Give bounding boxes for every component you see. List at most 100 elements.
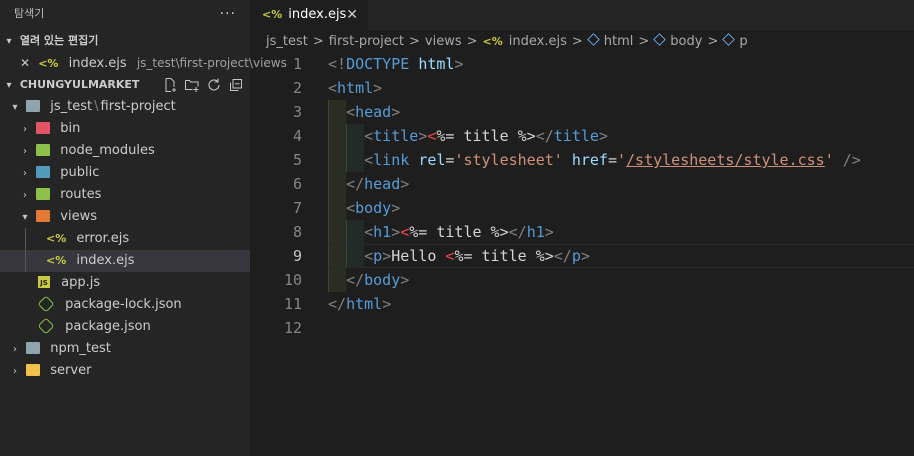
tree-item-label: index.ejs: [76, 253, 135, 268]
tree-folder-views[interactable]: ▾ views: [0, 206, 250, 228]
chevron-right-icon: >: [638, 34, 650, 49]
chevron-right-icon: >: [707, 34, 719, 49]
chevron-down-icon: ▾: [12, 102, 18, 113]
tree-item-label: server: [50, 363, 92, 378]
tree-item-label: package.json: [65, 319, 151, 334]
tree-item-label: routes: [60, 187, 102, 202]
workspace-header[interactable]: ▾ CHUNGYULMARKET: [0, 74, 250, 96]
explorer-sidebar: 탐색기 ··· ▾ 열려 있는 편집기 ✕ <% index.ejs js_te…: [0, 0, 287, 456]
line-number: 12: [283, 319, 302, 337]
new-folder-icon[interactable]: [184, 77, 200, 93]
code-line[interactable]: 9 <p>Hello <%= title %></p>: [250, 244, 914, 268]
tree-item-label: bin: [60, 121, 81, 136]
code-text: <body>: [346, 199, 401, 217]
code-text: <title><%= title %></title>: [364, 127, 608, 145]
tree-file-app-js[interactable]: JS app.js: [0, 272, 250, 294]
line-number: 5: [292, 151, 302, 169]
folder-public-icon: [36, 165, 51, 178]
explorer-title-bar: 탐색기 ···: [0, 0, 250, 30]
symbol-element-icon: [653, 33, 667, 46]
folder-node-icon: [36, 143, 51, 156]
line-number: 4: [292, 127, 302, 145]
breadcrumb-item[interactable]: html: [604, 34, 634, 49]
code-text: <!DOCTYPE html>: [328, 55, 464, 73]
ejs-icon: <%: [482, 35, 503, 48]
tab-label: index.ejs: [288, 7, 347, 22]
ejs-icon: <%: [38, 57, 59, 70]
breadcrumb-item[interactable]: p: [739, 34, 747, 49]
chevron-right-icon: >: [408, 34, 420, 49]
chevron-down-icon: ▾: [6, 80, 12, 91]
code-text: </body>: [346, 271, 410, 289]
tree-item-label: views: [60, 209, 97, 224]
folder-icon: [26, 341, 41, 354]
folder-open-icon: [26, 99, 41, 112]
tree-indent-guide: [25, 228, 26, 250]
chevron-right-icon: ›: [23, 146, 27, 157]
code-line[interactable]: 12: [250, 316, 914, 340]
breadcrumb: js_test > first-project > views > <% index.ejs >…: [250, 30, 914, 52]
breadcrumb-item[interactable]: index.ejs: [509, 34, 567, 49]
close-icon[interactable]: ✕: [346, 0, 358, 30]
code-text: <html>: [328, 79, 383, 97]
tree-item-label: first-project: [100, 99, 176, 114]
tree-folder-node-modules[interactable]: › node_modules: [0, 140, 250, 162]
chevron-down-icon: ▾: [6, 36, 12, 47]
code-line[interactable]: 3 <head>: [250, 100, 914, 124]
code-editor[interactable]: 1 <!DOCTYPE html> 2 <html> 3 <head> 4 <title>…: [250, 52, 914, 456]
tree-file-package-lock-json[interactable]: package-lock.json: [0, 294, 250, 316]
open-editors-header[interactable]: ▾ 열려 있는 편집기: [0, 30, 250, 52]
open-editor-item[interactable]: ✕ <% index.ejs js_test\first-project\vie…: [0, 52, 287, 74]
ejs-icon: <%: [262, 8, 283, 21]
tree-folder-npm-test[interactable]: › npm_test: [0, 338, 250, 360]
ejs-icon: <%: [46, 232, 67, 245]
tree-item-label: package-lock.json: [65, 297, 182, 312]
code-text: <head>: [346, 103, 401, 121]
editor-tab-bar: <% index.ejs ✕: [250, 0, 914, 30]
line-number: 10: [283, 271, 302, 289]
code-line[interactable]: 11 </html>: [250, 292, 914, 316]
tree-item-label: npm_test: [50, 341, 111, 356]
js-file-icon: JS: [38, 275, 50, 288]
code-line[interactable]: 6 </head>: [250, 172, 914, 196]
tab-index-ejs[interactable]: <% index.ejs ✕: [250, 0, 368, 30]
close-icon[interactable]: ✕: [20, 56, 30, 70]
tree-folder-bin[interactable]: › bin: [0, 118, 250, 140]
tree-file-package-json[interactable]: package.json: [0, 316, 250, 338]
explorer-title: 탐색기: [14, 7, 45, 20]
symbol-element-icon: [587, 33, 600, 46]
code-line[interactable]: 2 <html>: [250, 76, 914, 100]
node-json-icon: [37, 295, 55, 312]
open-editor-filename: index.ejs: [68, 56, 127, 71]
open-editors-label: 열려 있는 편집기: [19, 34, 99, 47]
breadcrumb-item[interactable]: js_test: [266, 34, 308, 49]
code-line[interactable]: 7 <body>: [250, 196, 914, 220]
tree-file-index-ejs[interactable]: <% index.ejs: [0, 250, 250, 272]
tree-folder-routes[interactable]: › routes: [0, 184, 250, 206]
more-actions-icon[interactable]: ···: [220, 0, 236, 28]
tree-folder-js-test[interactable]: ▾ js_test \ first-project: [0, 96, 250, 118]
line-number: 3: [292, 103, 302, 121]
tree-folder-server[interactable]: › server: [0, 360, 250, 382]
line-number: 1: [292, 55, 302, 73]
chevron-right-icon: ›: [23, 190, 27, 201]
line-number: 11: [283, 295, 302, 313]
code-line[interactable]: 1 <!DOCTYPE html>: [250, 52, 914, 76]
tree-folder-public[interactable]: › public: [0, 162, 250, 184]
code-text: <p>Hello <%= title %></p>: [364, 247, 590, 265]
chevron-right-icon: >: [312, 34, 324, 49]
collapse-all-icon[interactable]: [228, 77, 244, 93]
code-line[interactable]: 4 <title><%= title %></title>: [250, 124, 914, 148]
tree-file-error-ejs[interactable]: <% error.ejs: [0, 228, 250, 250]
folder-views-icon: [36, 209, 51, 222]
ejs-icon: <%: [46, 254, 67, 267]
refresh-icon[interactable]: [206, 77, 222, 93]
line-number: 7: [292, 199, 302, 217]
breadcrumb-item[interactable]: views: [425, 34, 462, 49]
code-line[interactable]: 8 <h1><%= title %></h1>: [250, 220, 914, 244]
new-file-icon[interactable]: [162, 77, 178, 93]
code-line[interactable]: 10 </body>: [250, 268, 914, 292]
breadcrumb-item[interactable]: first-project: [329, 34, 404, 49]
code-line[interactable]: 5 <link rel='stylesheet' href='/styleshe…: [250, 148, 914, 172]
breadcrumb-item[interactable]: body: [670, 34, 702, 49]
